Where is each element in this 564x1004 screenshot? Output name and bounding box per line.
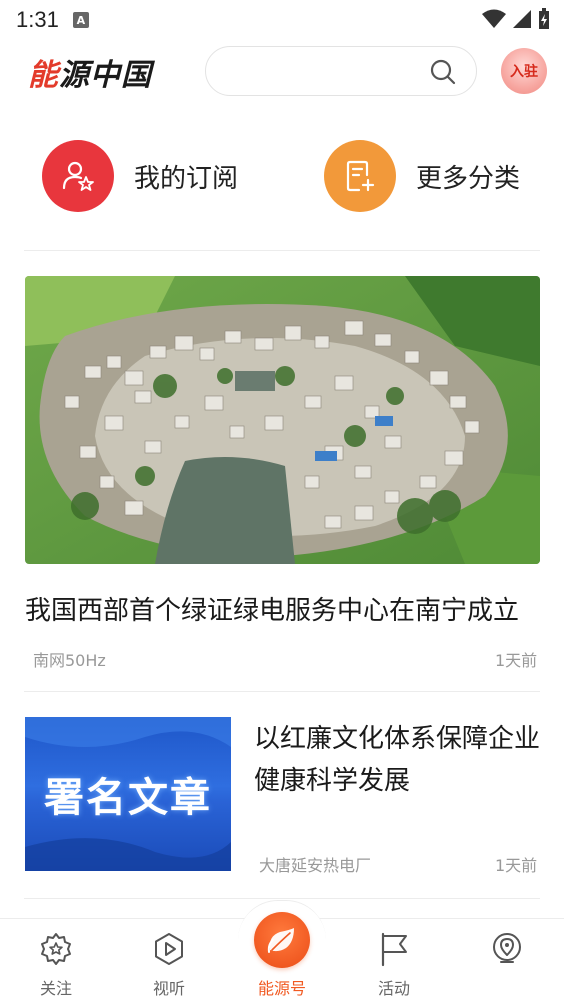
status-bar: 1:31 A xyxy=(0,0,564,40)
news-title[interactable]: 我国西部首个绿证绿电服务中心在南宁成立 xyxy=(25,590,545,627)
user-star-icon xyxy=(42,140,114,212)
news-title[interactable]: 以红廉文化体系保障企业健康科学发展 xyxy=(254,718,540,802)
nav-item-media[interactable]: 视听 xyxy=(124,919,214,1004)
nav-label: 视听 xyxy=(152,979,185,998)
news-time: 1天前 xyxy=(495,856,538,875)
status-time: 1:31 xyxy=(16,7,59,32)
app-logo[interactable]: 能源中国 xyxy=(28,50,152,94)
news-source: 南网50Hz xyxy=(33,651,106,670)
news-source: 大唐延安热电厂 xyxy=(259,856,372,875)
location-pin-icon xyxy=(489,931,525,967)
nav-item-location[interactable] xyxy=(462,919,552,1004)
nav-label: 活动 xyxy=(377,979,410,998)
quick-label: 更多分类 xyxy=(416,163,521,194)
search-icon[interactable] xyxy=(430,59,456,85)
join-button[interactable]: 入驻 xyxy=(501,48,547,94)
quick-label: 我的订阅 xyxy=(134,163,239,194)
wifi-icon xyxy=(482,9,506,28)
star-badge-icon xyxy=(38,931,74,967)
divider xyxy=(24,691,540,692)
news-thumbnail[interactable]: 署名文章 xyxy=(25,717,231,871)
nav-item-activities[interactable]: 活动 xyxy=(349,919,439,1004)
join-label: 入驻 xyxy=(510,64,538,80)
news-time: 1天前 xyxy=(495,651,538,670)
thumbnail-text: 署名文章 xyxy=(44,775,212,821)
more-categories-button[interactable]: 更多分类 xyxy=(324,140,520,212)
nav-label: 关注 xyxy=(39,979,72,998)
nav-item-follow[interactable]: 关注 xyxy=(11,919,101,1004)
notification-icon: A xyxy=(72,12,89,28)
divider xyxy=(24,250,540,251)
leaf-icon[interactable] xyxy=(254,912,310,968)
nav-label: 能源号 xyxy=(257,979,306,998)
app-header: 能源中国 入驻 xyxy=(0,40,564,104)
play-icon xyxy=(151,931,187,967)
document-add-icon xyxy=(324,140,396,212)
logo-text: 源中国 xyxy=(59,58,152,93)
status-icons xyxy=(482,8,550,30)
aerial-village-photo xyxy=(25,276,540,564)
signal-icon xyxy=(513,10,531,28)
search-input[interactable] xyxy=(205,46,477,96)
divider xyxy=(24,898,540,899)
quick-entries: 我的订阅 更多分类 xyxy=(0,140,564,214)
battery-icon xyxy=(539,8,549,29)
flag-icon xyxy=(376,931,412,967)
my-subscriptions-button[interactable]: 我的订阅 xyxy=(42,140,238,212)
news-hero-image[interactable] xyxy=(25,276,540,564)
logo-accent-text: 能 xyxy=(28,58,59,93)
